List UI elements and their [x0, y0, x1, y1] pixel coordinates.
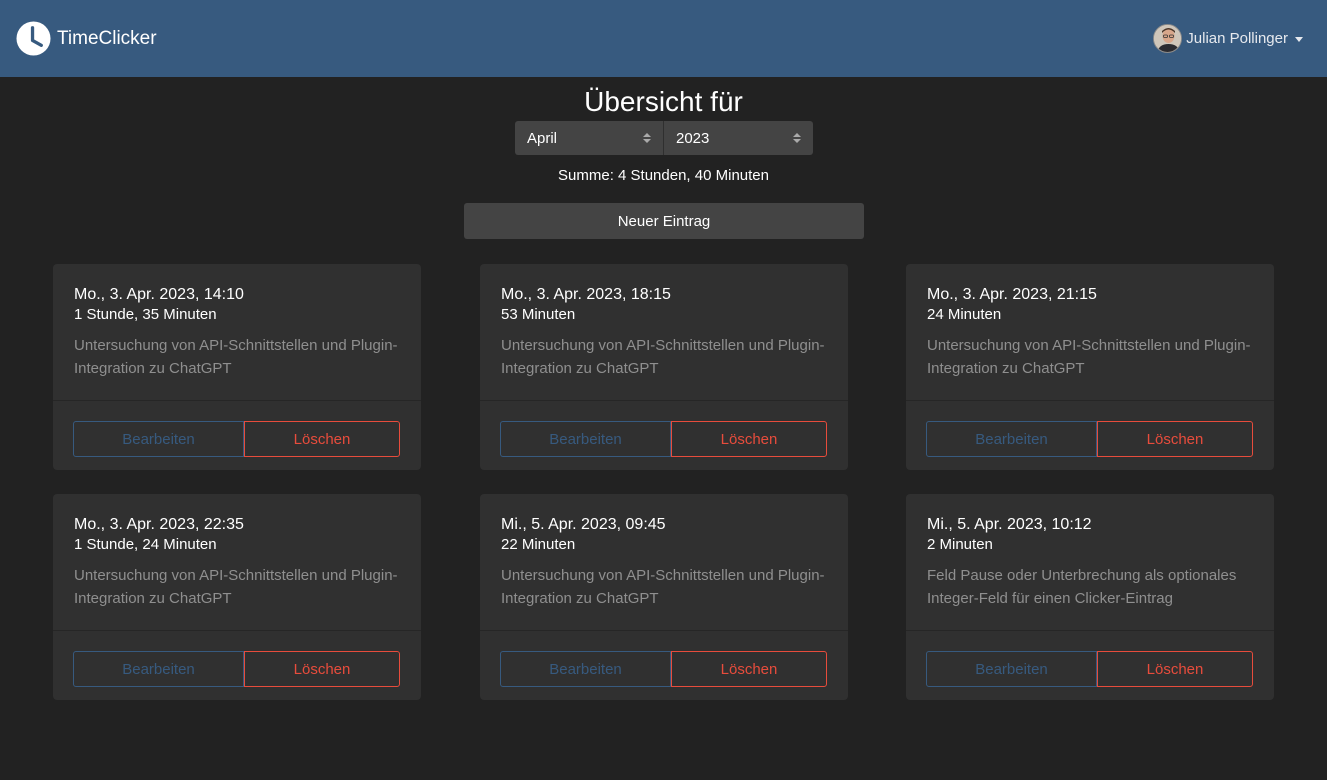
- user-name: Julian Pollinger: [1186, 30, 1288, 47]
- edit-button[interactable]: Bearbeiten: [500, 651, 671, 687]
- clock-icon: [16, 21, 51, 56]
- entry-date: Mo., 3. Apr. 2023, 21:15: [927, 286, 1097, 303]
- entry-date: Mi., 5. Apr. 2023, 09:45: [501, 516, 666, 533]
- select-arrows-icon: [793, 133, 801, 143]
- period-selector: April 2023: [515, 121, 813, 155]
- entry-date: Mo., 3. Apr. 2023, 18:15: [501, 286, 671, 303]
- select-arrows-icon: [643, 133, 651, 143]
- edit-button[interactable]: Bearbeiten: [926, 651, 1097, 687]
- year-select[interactable]: 2023: [664, 121, 813, 155]
- entry-description: Untersuchung von API-Schnittstellen und …: [74, 337, 398, 377]
- entry-date: Mo., 3. Apr. 2023, 14:10: [74, 286, 244, 303]
- delete-button[interactable]: Löschen: [671, 651, 827, 687]
- new-entry-button[interactable]: Neuer Eintrag: [464, 203, 864, 239]
- brand-name: TimeClicker: [57, 27, 157, 49]
- delete-button[interactable]: Löschen: [671, 421, 827, 457]
- entry-card: Mo., 3. Apr. 2023, 18:15 53 Minuten Unte…: [480, 264, 848, 470]
- navbar: TimeClicker Julian Pollinger: [0, 0, 1327, 77]
- entry-description: Untersuchung von API-Schnittstellen und …: [74, 567, 398, 607]
- caret-down-icon: [1295, 37, 1303, 42]
- entry-duration: 1 Stunde, 35 Minuten: [74, 306, 217, 323]
- entry-duration: 1 Stunde, 24 Minuten: [74, 536, 217, 553]
- entry-description: Untersuchung von API-Schnittstellen und …: [501, 567, 825, 607]
- edit-button[interactable]: Bearbeiten: [926, 421, 1097, 457]
- entry-duration: 53 Minuten: [501, 306, 576, 323]
- entry-date: Mi., 5. Apr. 2023, 10:12: [927, 516, 1092, 533]
- edit-button[interactable]: Bearbeiten: [500, 421, 671, 457]
- delete-button[interactable]: Löschen: [1097, 421, 1253, 457]
- entry-duration: 22 Minuten: [501, 536, 576, 553]
- entry-description: Untersuchung von API-Schnittstellen und …: [927, 337, 1251, 377]
- entry-card: Mo., 3. Apr. 2023, 14:10 1 Stunde, 35 Mi…: [53, 264, 421, 470]
- brand-link[interactable]: TimeClicker: [16, 21, 157, 56]
- month-select[interactable]: April: [515, 121, 664, 155]
- entry-duration: 24 Minuten: [927, 306, 1002, 323]
- edit-button[interactable]: Bearbeiten: [73, 421, 244, 457]
- month-select-value: April: [527, 129, 558, 147]
- year-select-value: 2023: [676, 129, 710, 147]
- entry-duration: 2 Minuten: [927, 536, 993, 553]
- entry-description: Feld Pause oder Unterbrechung als option…: [927, 567, 1237, 607]
- avatar-image: [1154, 25, 1182, 52]
- delete-button[interactable]: Löschen: [1097, 651, 1253, 687]
- entry-description: Untersuchung von API-Schnittstellen und …: [501, 337, 825, 377]
- delete-button[interactable]: Löschen: [244, 421, 400, 457]
- entry-date: Mo., 3. Apr. 2023, 22:35: [74, 516, 244, 533]
- edit-button[interactable]: Bearbeiten: [73, 651, 244, 687]
- user-menu-toggle[interactable]: Julian Pollinger: [1153, 24, 1303, 53]
- avatar: [1153, 24, 1183, 53]
- delete-button[interactable]: Löschen: [244, 651, 400, 687]
- entry-card: Mo., 3. Apr. 2023, 22:35 1 Stunde, 24 Mi…: [53, 494, 421, 700]
- page-title: Übersicht für: [584, 86, 743, 117]
- time-summary: Summe: 4 Stunden, 40 Minuten: [558, 167, 769, 184]
- entry-card: Mo., 3. Apr. 2023, 21:15 24 Minuten Unte…: [906, 264, 1274, 470]
- entry-card: Mi., 5. Apr. 2023, 09:45 22 Minuten Unte…: [480, 494, 848, 700]
- entry-card: Mi., 5. Apr. 2023, 10:12 2 Minuten Feld …: [906, 494, 1274, 700]
